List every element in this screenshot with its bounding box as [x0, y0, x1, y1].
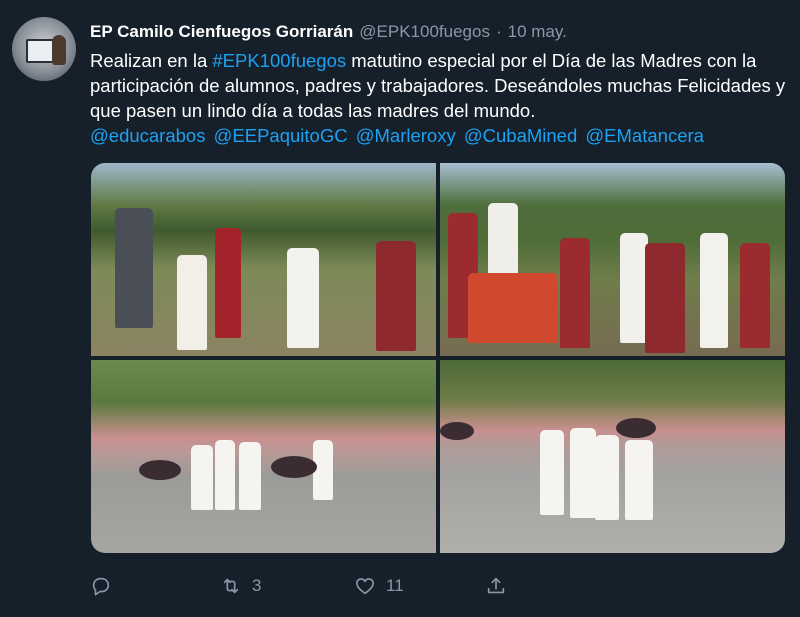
like-icon: [355, 578, 375, 595]
photo-figure: [645, 243, 685, 353]
tweet-text-start: Realizan en la: [90, 50, 213, 71]
separator-dot: ·: [495, 22, 502, 41]
photo-figure: [287, 248, 319, 348]
photo-figure: [177, 255, 207, 350]
photo-figure: [139, 460, 181, 480]
like-button[interactable]: 11: [354, 575, 404, 597]
hashtag-link[interactable]: #EPK100fuegos: [212, 50, 346, 71]
photo-figure: [215, 440, 235, 510]
mention-link[interactable]: @EMatancera: [585, 125, 704, 146]
photo-figure: [376, 241, 416, 351]
photo-figure: [625, 440, 653, 520]
mention-link[interactable]: @educarabos: [90, 125, 205, 146]
tweet-date[interactable]: 10 may.: [508, 22, 567, 42]
photo-figure: [616, 418, 656, 438]
photo-figure: [570, 428, 596, 518]
photo-figure: [560, 238, 590, 348]
photo-2[interactable]: [440, 163, 785, 356]
photo-figure: [440, 422, 474, 440]
photo-figure: [540, 430, 564, 515]
photo-figure: [620, 233, 648, 343]
photo-1[interactable]: [91, 163, 436, 356]
retweet-count: 3: [252, 576, 262, 595]
photo-3[interactable]: [91, 360, 436, 553]
mention-link[interactable]: @EEPaquitoGC: [214, 125, 348, 146]
avatar[interactable]: [12, 17, 76, 81]
photo-figure: [595, 435, 619, 520]
photo-figure: [271, 456, 317, 478]
reply-icon: [92, 577, 110, 596]
mention-link[interactable]: @Marleroxy: [356, 125, 456, 146]
photo-figure: [239, 442, 261, 510]
media-grid: [91, 163, 785, 553]
retweet-icon: [223, 578, 239, 594]
photo-figure: [468, 273, 558, 343]
photo-figure: [191, 445, 213, 510]
author-handle[interactable]: @EPK100fuegos: [359, 22, 490, 42]
photo-figure: [740, 243, 770, 348]
tweet-text: Realizan en la #EPK100fuegos matutino es…: [90, 48, 790, 123]
avatar-person-graphic: [52, 35, 66, 65]
mentions-line: @educarabos @EEPaquitoGC @Marleroxy @Cub…: [90, 123, 707, 148]
retweet-button[interactable]: 3: [220, 575, 261, 597]
like-count: 11: [386, 576, 404, 595]
photo-4[interactable]: [440, 360, 785, 553]
photo-figure: [115, 208, 153, 328]
photo-figure: [700, 233, 728, 348]
tweet-header: EP Camilo Cienfuegos Gorriarán @EPK100fu…: [90, 20, 567, 44]
tweet-actions: 3 11: [90, 570, 610, 602]
mention-link[interactable]: @CubaMined: [464, 125, 577, 146]
share-icon: [487, 577, 505, 594]
reply-button[interactable]: [90, 575, 112, 597]
share-button[interactable]: [485, 575, 507, 597]
author-name[interactable]: EP Camilo Cienfuegos Gorriarán: [90, 22, 353, 42]
photo-figure: [215, 228, 241, 338]
